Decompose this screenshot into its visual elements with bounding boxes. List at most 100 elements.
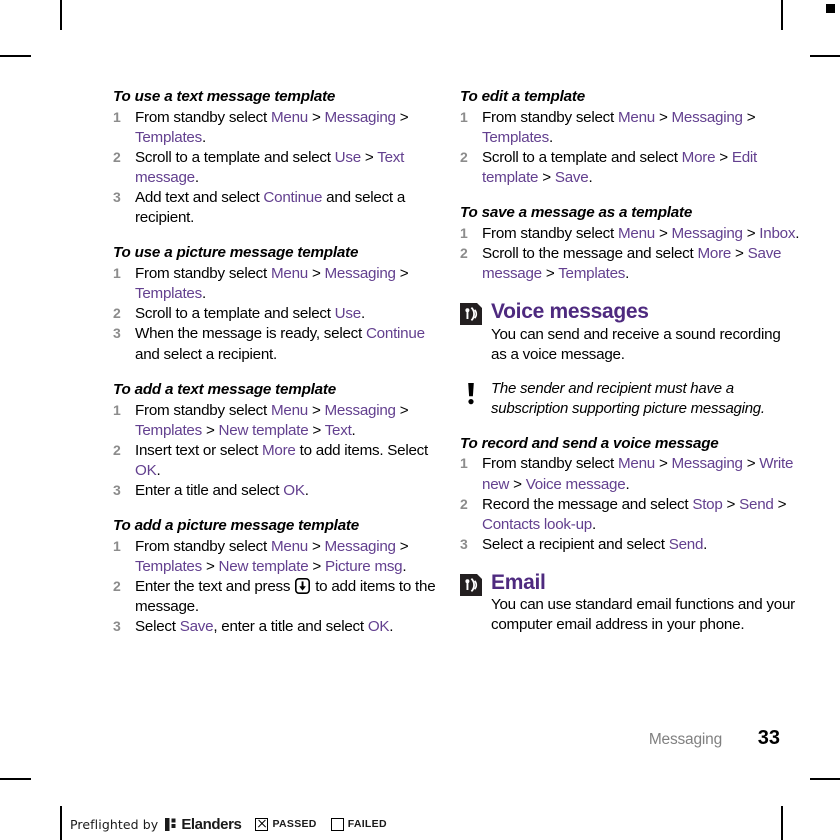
- step-number: 2: [460, 495, 468, 512]
- step-text: and select a recipient.: [135, 345, 277, 363]
- menu-path-item: Menu: [270, 537, 308, 555]
- procedure-title: To add a picture message template: [113, 516, 360, 534]
- procedure-title: To edit a template: [460, 88, 585, 105]
- passed-label: PASSED: [272, 818, 317, 830]
- step-number: 2: [113, 577, 121, 594]
- step-text: >: [395, 401, 409, 419]
- preflight-label: Preflighted by: [70, 816, 159, 832]
- preflight-strip: Preflighted by Elanders PASSED FAILED: [70, 812, 387, 836]
- menu-path-item: Save: [554, 169, 589, 187]
- procedure-step: 1 From standby select Menu > Messaging > …: [113, 264, 453, 304]
- menu-path-item: Send: [739, 495, 774, 513]
- step-number: 2: [113, 149, 121, 166]
- step-text: >: [742, 225, 760, 243]
- procedure-block: To use a picture message template 1 From s…: [113, 244, 453, 364]
- step-text: >: [742, 455, 760, 473]
- exclamation-icon: [464, 382, 478, 406]
- procedure-step: 2 Enter the text and press to add items t…: [113, 577, 453, 617]
- procedure-block: To use a text message template 1 From stan…: [113, 88, 453, 228]
- step-text: .: [194, 169, 199, 187]
- step-text: .: [304, 481, 309, 499]
- menu-path-item: Picture msg: [324, 557, 403, 575]
- step-number: 3: [113, 189, 121, 206]
- step-text: >: [731, 245, 748, 263]
- step-text: From standby select: [482, 225, 618, 243]
- menu-path-item: Menu: [270, 265, 308, 283]
- step-text: .: [389, 618, 394, 635]
- step-text: >: [308, 421, 325, 439]
- procedure-block: To record and send a voice message 1 From …: [460, 435, 800, 555]
- step-text: From standby select: [482, 455, 618, 473]
- step-text: >: [395, 265, 409, 283]
- procedure-title: To add a text message template: [113, 380, 337, 398]
- down-arrow-key-icon: [295, 577, 311, 594]
- step-text: .: [402, 557, 407, 575]
- step-text: >: [308, 557, 325, 575]
- step-number: 2: [460, 245, 468, 262]
- procedure-title: To use a text message template: [113, 88, 336, 105]
- step-number: 3: [113, 481, 121, 498]
- menu-path-item: Inbox: [759, 225, 796, 243]
- procedure-step: 3 Select Save, enter a title and select O…: [113, 617, 453, 637]
- menu-path-item: Send: [668, 535, 704, 553]
- step-text: Insert text or select: [135, 441, 263, 459]
- menu-path-item: Messaging: [324, 537, 396, 555]
- step-text: Select a recipient and select: [482, 535, 669, 553]
- step-text: .: [703, 535, 708, 553]
- step-text: >: [307, 265, 325, 283]
- menu-path-item: Templates: [482, 129, 549, 146]
- voice-message-icon: [460, 303, 482, 326]
- failed-checkbox-icon: [330, 817, 344, 831]
- menu-path-item: OK: [283, 481, 305, 499]
- preflight-brand-name: Elanders: [181, 815, 242, 833]
- step-text: .: [588, 169, 593, 187]
- step-number: 3: [113, 325, 121, 342]
- procedure-step: 3 Enter a title and select OK.: [113, 481, 453, 501]
- menu-path-item: Templates: [558, 265, 626, 283]
- step-text: From standby select: [135, 265, 271, 283]
- step-text: Enter a title and select: [135, 481, 284, 499]
- menu-path-item: OK: [367, 618, 390, 635]
- step-text: >: [509, 475, 526, 493]
- footer-page-number: 33: [757, 727, 780, 749]
- step-text: >: [773, 495, 787, 513]
- step-text: When the message is ready, select: [135, 325, 366, 343]
- step-text: >: [395, 537, 409, 555]
- procedure-step: 1 From standby select Menu > Messaging > …: [113, 537, 453, 577]
- step-text: >: [541, 265, 559, 283]
- menu-path-item: Templates: [135, 557, 202, 575]
- section-block: Voice messages You can send and receive a…: [460, 300, 800, 365]
- step-text: >: [715, 149, 732, 167]
- menu-path-item: More: [697, 245, 732, 263]
- menu-path-item: Menu: [270, 108, 308, 126]
- step-text: >: [395, 108, 409, 126]
- menu-path-item: Continue: [365, 325, 425, 343]
- procedure-block: To add a picture message template 1 From s…: [113, 517, 453, 637]
- section-lead-text: You can send and receive a sound recordi…: [491, 325, 781, 363]
- menu-path-item: Stop: [692, 495, 723, 513]
- step-text: >: [307, 401, 325, 419]
- step-text: >: [654, 225, 672, 243]
- step-number: 1: [460, 225, 468, 242]
- menu-path-item: OK: [135, 461, 157, 479]
- step-text: From standby select: [135, 537, 271, 555]
- step-number: 2: [113, 305, 121, 322]
- procedure-step-list: 1 From standby select Menu > Messaging > …: [460, 224, 800, 284]
- step-number: 1: [113, 401, 121, 418]
- step-text: >: [654, 108, 672, 126]
- menu-path-item: Templates: [135, 285, 202, 303]
- menu-path-item: Messaging: [671, 225, 743, 243]
- menu-path-item: Save: [179, 618, 214, 635]
- procedure-step: 1 From standby select Menu > Messaging > …: [113, 401, 453, 441]
- menu-path-item: Menu: [270, 401, 308, 419]
- step-text: Scroll to a template and select: [135, 149, 335, 167]
- procedure-step-list: 1 From standby select Menu > Messaging > …: [460, 108, 800, 188]
- elanders-logo-icon: [165, 817, 177, 831]
- step-number: 3: [113, 618, 121, 634]
- step-number: 1: [113, 108, 121, 125]
- procedure-step-list: 1 From standby select Menu > Messaging > …: [113, 108, 453, 228]
- page-footer: Messaging 33: [0, 727, 780, 750]
- failed-label: FAILED: [347, 818, 387, 830]
- section-heading: Voice messages: [491, 300, 649, 324]
- step-text: .: [201, 285, 206, 303]
